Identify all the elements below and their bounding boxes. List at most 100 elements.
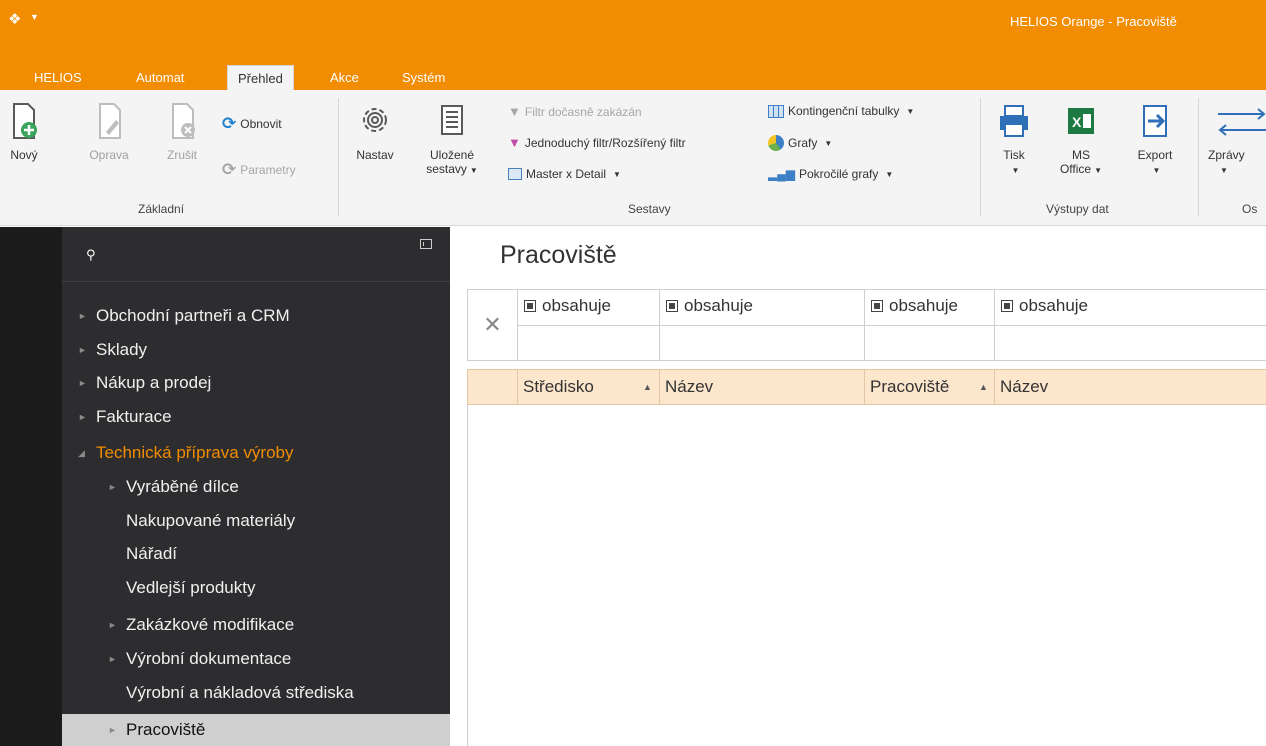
column-header-stredisko[interactable]: Středisko ▲ [517,370,659,404]
master-detail-label: Master x Detail [526,167,607,181]
quick-access-dropdown-icon[interactable]: ▼ [30,12,39,22]
master-detail-button[interactable]: Master x Detail ▼ [508,167,621,181]
collapse-arrow-icon[interactable]: ◢ [78,437,85,469]
tab-akce[interactable]: Akce [320,65,369,90]
chevron-down-icon: ▼ [906,106,915,116]
nastav-button[interactable]: Nastav [352,102,398,162]
nav-item-fakturace[interactable]: ► Fakturace [62,401,450,433]
filter-operator-4[interactable]: obsahuje [995,290,1266,325]
pokrocile-grafy-button[interactable]: ▂▄▆ Pokročilé grafy ▼ [768,167,893,181]
nav-item-label: Nářadí [126,544,178,563]
tab-automat[interactable]: Automat [126,65,194,90]
edit-document-icon [99,103,121,139]
ribbon-tabs: HELIOS Automat Přehled Akce Systém [0,60,1266,90]
parametry-button[interactable]: ⟳ Parametry [222,160,296,180]
expand-arrow-icon[interactable]: ► [108,471,117,503]
expand-arrow-icon[interactable]: ► [78,367,87,399]
helios-app-icon[interactable]: ❖ [8,10,21,28]
search-icon[interactable]: ⚲ [86,247,96,263]
zrusit-label: Zrušit [167,148,197,162]
filter-disabled-icon: ▼ [508,104,521,119]
zpravy-label: Zprávy [1208,148,1245,162]
zrusit-button[interactable]: Zrušit [160,102,204,162]
new-document-icon [13,103,37,139]
chevron-down-icon: ▼ [469,166,478,175]
expand-arrow-icon[interactable]: ► [78,300,87,332]
chevron-down-icon: ▼ [885,169,894,179]
nav-item-vyrabene-dilce[interactable]: ► Vyráběné dílce [62,471,450,503]
ms-office-button[interactable]: X MS Office ▼ [1054,102,1108,176]
grid-body[interactable] [467,405,1266,746]
tab-system[interactable]: Systém [392,65,455,90]
column-header-label: Název [1000,377,1049,396]
parameters-refresh-icon: ⟳ [222,160,237,179]
filter-operator-2[interactable]: obsahuje [660,290,865,325]
column-header-pracoviste[interactable]: Pracoviště ▲ [864,370,994,404]
main-content: Pracoviště ✕ obsahuje obsahuje obsahuje … [450,227,1266,746]
grafy-button[interactable]: Grafy ▼ [768,135,832,151]
filter-input-2[interactable] [660,325,865,360]
nav-item-naradi[interactable]: Nářadí [62,538,450,570]
filtr-docasne-zakazan-button[interactable]: ▼ Filtr dočasně zakázán [508,104,642,119]
nav-item-vyrobni-dokumentace[interactable]: ► Výrobní dokumentace [62,643,450,675]
export-label: Export [1137,148,1173,162]
gear-icon [363,108,387,132]
expand-arrow-icon[interactable]: ► [108,643,117,675]
tisk-button[interactable]: Tisk ▼ [992,102,1036,176]
left-rail [0,227,62,746]
export-button[interactable]: Export ▼ [1130,102,1180,176]
filter-operator-icon [666,300,678,312]
sort-ascending-icon[interactable]: ▲ [979,370,988,404]
expand-arrow-icon[interactable]: ► [78,334,87,366]
tab-helios[interactable]: HELIOS [24,65,92,90]
sort-ascending-icon[interactable]: ▲ [643,370,652,404]
filter-input-3[interactable] [865,325,995,360]
clear-filter-icon[interactable]: ✕ [468,290,518,360]
nav-item-vyrobni-strediska[interactable]: Výrobní a nákladová střediska [62,677,450,709]
nav-item-vedlejsi-produkty[interactable]: Vedlejší produkty [62,572,450,604]
group-label-sestavy: Sestavy [628,202,671,216]
jednoduchy-filtr-label: Jednoduchý filtr/Rozšířený filtr [524,135,686,150]
nav-item-label: Pracoviště [126,720,206,739]
nav-item-pracoviste[interactable]: ► Pracoviště [62,714,450,746]
jednoduchy-filtr-button[interactable]: ▼ Jednoduchý filtr/Rozšířený filtr [508,135,686,150]
oprava-button[interactable]: Oprava [84,102,134,162]
collapse-panel-icon[interactable] [420,239,432,249]
expand-arrow-icon[interactable]: ► [108,609,117,641]
nav-item-sklady[interactable]: ► Sklady [62,334,450,366]
nav-item-nakup-a-prodej[interactable]: ► Nákup a prodej [62,367,450,399]
nav-item-label: Výrobní dokumentace [126,649,292,668]
filter-operator-icon [871,300,883,312]
expand-arrow-icon[interactable]: ► [108,714,117,746]
pie-chart-icon [768,135,784,151]
chevron-down-icon: ▼ [824,138,833,148]
column-header-nazev-2[interactable]: Název [994,370,1266,404]
navigation-panel: ⚲ ► Obchodní partneři a CRM ► Sklady ► N… [62,227,450,746]
master-detail-icon [508,168,522,180]
ulozene-sestavy-button[interactable]: Uložené sestavy ▼ [422,102,482,176]
novy-button[interactable]: Nový [4,102,44,162]
filter-operator-3[interactable]: obsahuje [865,290,995,325]
filter-operator-1[interactable]: obsahuje [518,290,660,325]
filter-input-1[interactable] [518,325,660,360]
column-header-nazev[interactable]: Název [659,370,864,404]
parametry-label: Parametry [240,163,296,177]
nav-item-nakupovane-materialy[interactable]: Nakupované materiály [62,505,450,537]
obnovit-button[interactable]: ⟳ Obnovit [222,114,282,134]
nav-item-obchodni-partneri[interactable]: ► Obchodní partneři a CRM [62,300,450,332]
filter-operator-icon [524,300,536,312]
nastav-label: Nastav [356,148,394,162]
tab-prehled[interactable]: Přehled [227,65,294,90]
chevron-down-icon: ▼ [1220,166,1228,175]
filter-input-4[interactable] [995,325,1266,360]
group-label-vystupy: Výstupy dat [1046,202,1109,216]
expand-arrow-icon[interactable]: ► [78,401,87,433]
grafy-label: Grafy [788,136,818,150]
kontingencni-tabulky-button[interactable]: Kontingenční tabulky ▼ [768,104,914,118]
saved-reports-icon [441,105,463,135]
grid-header: Středisko ▲ Název Pracoviště ▲ Název [467,369,1266,405]
ulozene-label-2: sestavy [426,162,467,176]
nav-item-technicka-priprava[interactable]: ◢ Technická příprava výroby [62,437,450,469]
nav-item-zakazkove-modifikace[interactable]: ► Zakázkové modifikace [62,609,450,641]
zpravy-button[interactable]: Zprávy ▼ [1208,102,1266,176]
